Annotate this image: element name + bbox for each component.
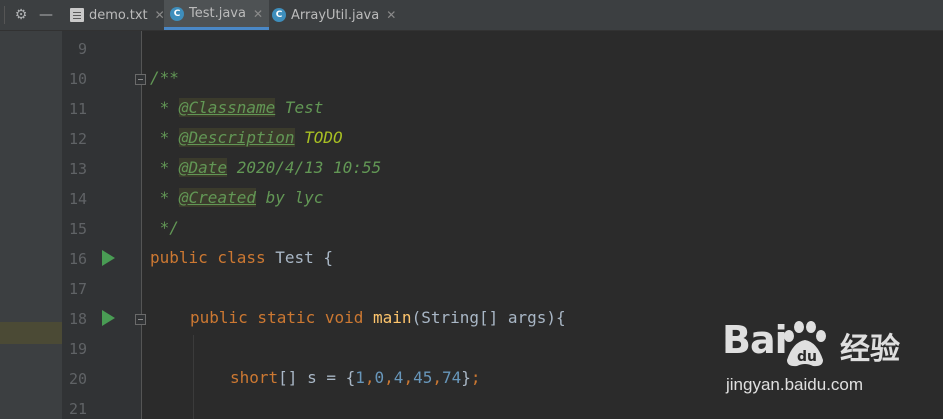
- text-file-icon: [70, 8, 84, 22]
- method-params: (String[] args){: [411, 308, 566, 327]
- code-text: }: [461, 368, 471, 387]
- line-number: 11: [68, 100, 87, 118]
- code-line-16: public class Test {: [150, 248, 333, 267]
- doc-tag: @Classname: [178, 98, 276, 117]
- code-line-15: */: [150, 218, 179, 237]
- number: 74: [441, 368, 462, 387]
- svg-text:du: du: [797, 349, 817, 365]
- line-number: 10: [68, 70, 87, 88]
- close-icon[interactable]: ✕: [386, 8, 396, 22]
- run-main-icon[interactable]: [102, 310, 115, 326]
- keyword: public class: [150, 248, 266, 267]
- doc-prefix: *: [150, 98, 179, 117]
- line-number: 17: [68, 280, 87, 298]
- line-number: 16: [68, 250, 87, 268]
- tab-label: demo.txt: [89, 7, 148, 23]
- doc-comment: /**: [150, 68, 179, 87]
- method-name: main: [373, 308, 412, 327]
- gear-icon[interactable]: ⚙: [12, 6, 30, 24]
- keyword: short: [230, 368, 279, 387]
- tab-label: ArrayUtil.java: [291, 7, 380, 23]
- doc-tag: @Description: [178, 128, 295, 147]
- minus-icon[interactable]: —: [37, 6, 55, 24]
- tab-arrayutil-java[interactable]: C ArrayUtil.java ✕: [272, 0, 396, 30]
- toolbar-divider: [4, 6, 5, 24]
- run-class-icon[interactable]: [102, 250, 115, 266]
- line-number: 15: [68, 220, 87, 238]
- number: 0: [374, 368, 385, 387]
- code-line-18: public static void main(String[] args){: [190, 308, 566, 327]
- line-number: 18: [68, 310, 87, 328]
- close-icon[interactable]: ✕: [253, 7, 263, 21]
- code-line-13: * @Date 2020/4/13 10:55: [150, 158, 381, 177]
- watermark-text: 经验: [840, 332, 900, 367]
- todo-value: TODO: [294, 128, 343, 147]
- code-line-10: /**: [150, 68, 179, 87]
- watermark-logo: Bai: [722, 318, 788, 362]
- comma: ,: [384, 368, 394, 387]
- tab-label: Test.java: [189, 6, 246, 21]
- fold-icon[interactable]: [135, 74, 146, 85]
- doc-prefix: *: [150, 188, 179, 207]
- line-number: 9: [77, 40, 87, 58]
- watermark-url: jingyan.baidu.com: [726, 375, 864, 394]
- line-number: 13: [68, 160, 87, 178]
- comma: ,: [432, 368, 442, 387]
- line-number: 19: [68, 340, 87, 358]
- keyword: public static void: [190, 308, 364, 327]
- doc-value: Test: [275, 98, 324, 117]
- code-line-12: * @Description TODO: [150, 128, 343, 147]
- code-line-14: * @Created by lyc: [150, 188, 323, 207]
- logo-text: Bai: [722, 318, 788, 362]
- number: 45: [413, 368, 433, 387]
- number: 1: [355, 368, 365, 387]
- code-text: [] s = {: [278, 368, 356, 387]
- doc-tag: @Created: [178, 188, 256, 207]
- java-class-icon: C: [170, 6, 184, 21]
- semicolon: ;: [470, 368, 481, 387]
- tab-test-java[interactable]: C Test.java ✕: [164, 0, 270, 30]
- baidu-jingyan-watermark: Bai du 经验 jingyan.baidu.com: [722, 318, 942, 418]
- paw-icon: du: [784, 321, 826, 367]
- indent-guide: [193, 335, 194, 419]
- doc-tag: @Date: [178, 158, 228, 177]
- doc-value: 2020/4/13 10:55: [227, 158, 382, 177]
- line-number: 12: [68, 130, 87, 148]
- gutter-divider: [141, 31, 142, 419]
- doc-prefix: *: [150, 128, 179, 147]
- selected-project-row[interactable]: [0, 322, 62, 344]
- line-number: 14: [68, 190, 87, 208]
- doc-comment-end: */: [150, 218, 179, 237]
- code-line-11: * @Classname Test: [150, 98, 323, 117]
- line-number: 20: [68, 370, 87, 388]
- fold-icon[interactable]: [135, 314, 146, 325]
- tab-demo-txt[interactable]: demo.txt ✕: [70, 0, 165, 30]
- code-line-20: short[] s = {1,0,4,45,74};: [230, 368, 481, 387]
- editor-tab-bar: demo.txt ✕ C Test.java ✕ C ArrayUtil.jav…: [62, 0, 943, 31]
- project-toolbar: ⚙ —: [0, 0, 62, 31]
- doc-value: by lyc: [255, 188, 324, 207]
- line-number: 21: [68, 400, 87, 418]
- class-decl: Test {: [265, 248, 334, 267]
- java-class-icon: C: [272, 8, 286, 22]
- comma: ,: [403, 368, 414, 387]
- comma: ,: [364, 368, 375, 387]
- project-panel-strip: [0, 0, 62, 419]
- doc-prefix: *: [150, 158, 179, 177]
- number: 4: [393, 368, 404, 387]
